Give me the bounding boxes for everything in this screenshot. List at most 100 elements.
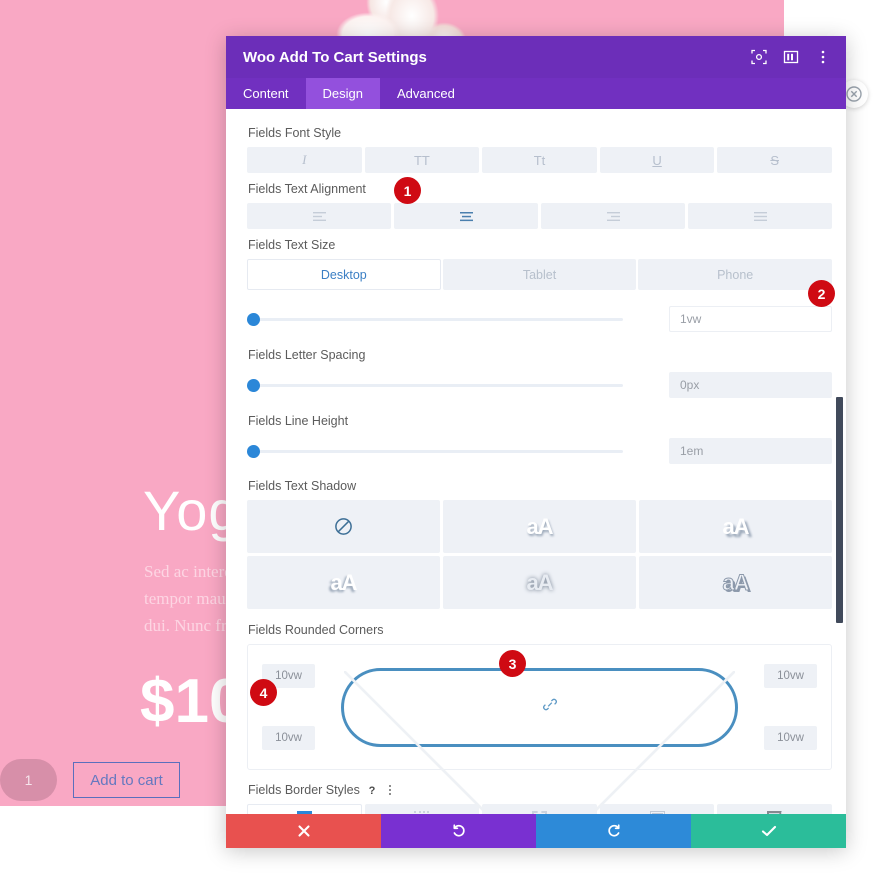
text-shadow-options: aA aA aA aA aA — [247, 500, 832, 609]
check-icon — [761, 825, 776, 837]
step-badge-3: 3 — [499, 650, 526, 677]
corner-top-right-input[interactable]: 10vw — [764, 664, 817, 688]
letter-spacing-label: Fields Letter Spacing — [248, 348, 366, 362]
modal-body: Fields Font Style I TT Tt U S Fields Tex… — [226, 109, 846, 814]
tab-content[interactable]: Content — [226, 78, 306, 109]
tab-design[interactable]: Design — [305, 78, 381, 109]
device-tab-tablet[interactable]: Tablet — [442, 259, 637, 290]
align-left-button[interactable] — [247, 203, 391, 229]
shadow-preview: aA — [526, 513, 553, 539]
border-style-double-button[interactable] — [599, 804, 715, 814]
settings-modal: Woo Add To Cart Settings Content Design … — [226, 36, 846, 848]
underline-icon: U — [652, 152, 662, 168]
font-style-options: I TT Tt U S — [247, 147, 832, 173]
corner-bottom-left-input[interactable]: 10vw — [262, 726, 315, 750]
font-style-italic-button[interactable]: I — [247, 147, 362, 173]
device-tab-desktop[interactable]: Desktop — [247, 259, 441, 290]
border-style-dashed-button[interactable] — [482, 804, 597, 814]
panel-layout-icon[interactable] — [782, 48, 800, 66]
font-style-underline-button[interactable]: U — [599, 147, 715, 173]
text-size-input[interactable]: 1vw — [669, 306, 832, 332]
letter-spacing-input[interactable]: 0px — [669, 372, 832, 398]
modal-footer — [226, 814, 846, 848]
text-size-slider[interactable] — [247, 309, 623, 329]
modal-header-icons — [750, 48, 832, 66]
text-size-device-tabs: Desktop Tablet Phone — [247, 259, 833, 290]
text-size-label: Fields Text Size — [248, 238, 336, 252]
align-left-icon — [312, 211, 326, 221]
slider-track — [257, 450, 623, 453]
line-height-control: 1em — [247, 438, 832, 464]
line-height-slider[interactable] — [247, 441, 623, 461]
slider-track — [257, 318, 623, 321]
focus-icon[interactable] — [750, 48, 768, 66]
corner-bottom-right-input[interactable]: 10vw — [764, 726, 817, 750]
step-badge-4: 4 — [250, 679, 277, 706]
vertical-dots-icon[interactable] — [814, 48, 832, 66]
modal-tabs: Content Design Advanced — [226, 78, 846, 109]
modal-title: Woo Add To Cart Settings — [243, 48, 427, 66]
font-style-strikethrough-button[interactable]: S — [717, 147, 832, 173]
uppercase-icon: TT — [413, 152, 430, 168]
cancel-button[interactable] — [226, 814, 381, 848]
border-style-solid-button[interactable] — [247, 804, 362, 814]
tab-advanced[interactable]: Advanced — [380, 78, 472, 109]
modal-scrollbar[interactable] — [836, 397, 843, 623]
close-icon — [297, 825, 310, 837]
no-shadow-icon — [335, 518, 352, 535]
vertical-dots-icon[interactable] — [384, 784, 396, 796]
text-shadow-3-button[interactable]: aA — [247, 556, 440, 609]
step-badge-2: 2 — [808, 280, 835, 307]
slider-knob[interactable] — [247, 445, 260, 458]
line-height-label: Fields Line Height — [248, 414, 349, 428]
save-button[interactable] — [691, 814, 846, 848]
text-alignment-options — [247, 203, 832, 229]
border-styles-label-text: Fields Border Styles — [248, 783, 360, 797]
svg-text:?: ? — [368, 785, 375, 796]
redo-button[interactable] — [536, 814, 691, 848]
redo-icon — [607, 824, 620, 837]
undo-icon — [452, 824, 465, 837]
rounded-corners-label: Fields Rounded Corners — [248, 623, 384, 637]
align-center-button[interactable] — [394, 203, 538, 229]
text-shadow-label: Fields Text Shadow — [248, 479, 357, 493]
border-dashed-icon — [531, 810, 547, 814]
text-shadow-4-button[interactable]: aA — [443, 556, 636, 609]
font-style-label: Fields Font Style — [248, 126, 342, 140]
border-style-dotted-button[interactable] — [364, 804, 480, 814]
text-shadow-5-button[interactable]: aA — [639, 556, 832, 609]
border-double-icon — [649, 810, 665, 814]
corners-preview-shape — [341, 668, 738, 814]
add-to-cart-button[interactable]: Add to cart — [73, 762, 180, 798]
device-tab-phone[interactable]: Phone — [638, 259, 833, 290]
text-shadow-2-button[interactable]: aA — [639, 500, 832, 553]
border-style-groove-button[interactable] — [717, 804, 832, 814]
italic-icon: I — [302, 152, 307, 167]
letter-spacing-slider[interactable] — [247, 375, 623, 395]
text-alignment-label: Fields Text Alignment — [248, 182, 366, 196]
align-justify-button[interactable] — [688, 203, 832, 229]
shadow-preview: aA — [330, 569, 357, 595]
text-shadow-1-button[interactable]: aA — [443, 500, 636, 553]
border-styles-options — [247, 804, 832, 814]
border-solid-icon — [296, 810, 312, 814]
slider-knob[interactable] — [247, 379, 260, 392]
line-height-input[interactable]: 1em — [669, 438, 832, 464]
align-justify-icon — [753, 211, 767, 221]
help-icon[interactable]: ? — [366, 784, 378, 796]
align-center-icon — [459, 211, 473, 221]
slider-knob[interactable] — [247, 313, 260, 326]
shadow-preview: aA — [526, 569, 553, 595]
text-shadow-none-button[interactable] — [247, 500, 440, 553]
letter-spacing-control: 0px — [247, 372, 832, 398]
border-styles-label: Fields Border Styles ? — [248, 783, 832, 797]
capitalize-icon: Tt — [533, 152, 546, 168]
step-badge-1: 1 — [394, 177, 421, 204]
align-right-button[interactable] — [541, 203, 685, 229]
undo-button[interactable] — [381, 814, 536, 848]
shadow-preview: aA — [722, 569, 750, 595]
font-style-capitalize-button[interactable]: Tt — [482, 147, 597, 173]
link-icon[interactable] — [542, 697, 558, 718]
font-style-uppercase-button[interactable]: TT — [364, 147, 480, 173]
quantity-field[interactable]: 1 — [0, 759, 57, 801]
